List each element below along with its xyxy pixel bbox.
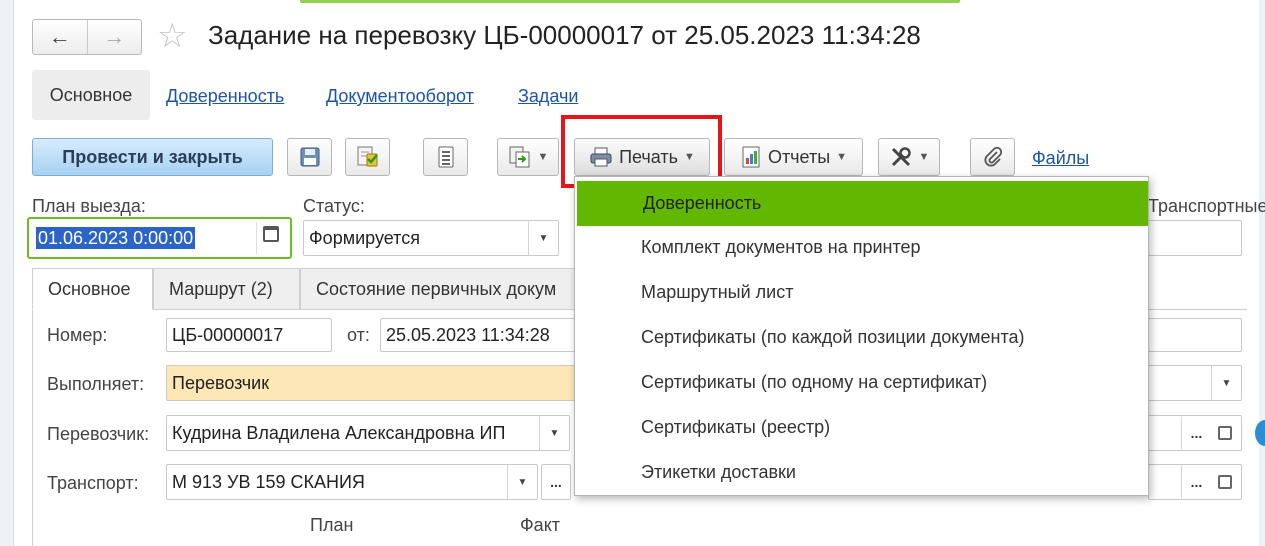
nav-tab-main[interactable]: Основное	[32, 70, 150, 120]
right-field-4[interactable]: ...	[1148, 464, 1242, 500]
status-value: Формируется	[309, 227, 420, 248]
files-link[interactable]: Файлы	[1032, 148, 1089, 169]
from-label: от:	[347, 325, 370, 345]
print-menu-item-power-of-attorney[interactable]: Доверенность	[577, 181, 1148, 226]
nav-link-document-flow[interactable]: Документооборот	[326, 86, 474, 107]
chevron-down-icon: ▼	[537, 151, 549, 163]
chevron-down-icon: ▼	[918, 151, 930, 163]
top-accent-bar	[300, 0, 960, 3]
post-button[interactable]	[345, 138, 390, 176]
form-tab-route[interactable]: Маршрут (2)	[153, 268, 300, 310]
reports-button[interactable]: Отчеты ▼	[724, 138, 863, 176]
ellipsis-button[interactable]: ...	[1181, 416, 1211, 450]
chevron-down-icon: ▼	[836, 151, 848, 163]
reports-button-label: Отчеты	[767, 146, 831, 167]
journal-list-button[interactable]	[423, 138, 468, 176]
transport-docs-field[interactable]	[1148, 220, 1242, 256]
right-panel-edge	[1259, 0, 1265, 546]
print-menu-item-certificates-per-certificate[interactable]: Сертификаты (по одному на сертификат)	[575, 360, 1148, 405]
print-menu-item-certificates-registry[interactable]: Сертификаты (реестр)	[575, 405, 1148, 450]
carrier-value: Кудрина Владилена Александровна ИП	[172, 422, 506, 443]
back-arrow-icon: ←	[48, 24, 71, 49]
print-menu-item-delivery-labels[interactable]: Этикетки доставки	[575, 450, 1148, 495]
chevron-down-icon[interactable]: ▼	[528, 221, 558, 255]
performer-select[interactable]: Перевозчик	[166, 365, 576, 401]
left-panel-edge	[0, 0, 14, 546]
carrier-label: Перевозчик:	[47, 424, 150, 444]
chevron-down-icon[interactable]: ▼	[507, 465, 537, 499]
print-menu-item-document-set[interactable]: Комплект документов на принтер	[575, 225, 1148, 270]
right-field-2[interactable]: ▼	[1148, 365, 1242, 401]
plan-column-header: План	[310, 515, 354, 535]
nav-link-tasks[interactable]: Задачи	[518, 86, 578, 107]
attach-button[interactable]	[970, 138, 1015, 176]
save-icon	[300, 147, 319, 167]
print-menu-item-route-sheet[interactable]: Маршрутный лист	[575, 270, 1148, 315]
plan-departure-value[interactable]: 01.06.2023 0:00:00	[36, 227, 196, 249]
ellipsis-button[interactable]: ...	[541, 464, 571, 500]
list-icon	[438, 146, 453, 168]
status-label: Статус:	[303, 196, 365, 216]
plan-departure-label: План выезда:	[32, 196, 146, 216]
open-icon[interactable]	[1218, 426, 1232, 440]
status-select[interactable]: Формируется ▼	[303, 220, 559, 256]
report-icon	[742, 146, 760, 168]
transport-label: Транспорт:	[47, 473, 139, 493]
post-and-close-button[interactable]: Провести и закрыть	[32, 138, 273, 176]
right-field-3[interactable]: ...	[1148, 415, 1242, 451]
forward-arrow-icon: →	[103, 24, 126, 49]
tools-icon	[891, 147, 911, 167]
calendar-separator	[256, 222, 257, 254]
transport-field[interactable]: М 913 УВ 159 СКАНИЯ ▼	[166, 464, 538, 500]
create-based-on-icon	[509, 146, 530, 168]
print-dropdown-menu: Доверенность Комплект документов на прин…	[574, 176, 1149, 496]
form-tab-main[interactable]: Основное	[32, 268, 153, 310]
save-button[interactable]	[287, 138, 332, 176]
right-field-1[interactable]	[1148, 318, 1242, 352]
form-tab-primary-docs-state[interactable]: Состояние первичных докум	[300, 268, 580, 310]
chevron-down-icon[interactable]: ▼	[539, 416, 569, 450]
history-nav: ← →	[32, 19, 142, 55]
performer-label: Выполняет:	[47, 374, 145, 394]
chevron-down-icon[interactable]: ▼	[1211, 366, 1241, 400]
transport-value: М 913 УВ 159 СКАНИЯ	[172, 471, 365, 492]
page-title: Задание на перевозку ЦБ-00000017 от 25.0…	[208, 20, 921, 50]
paperclip-icon	[983, 146, 1002, 167]
print-menu-item-certificates-per-position[interactable]: Сертификаты (по каждой позиции документа…	[575, 315, 1148, 360]
more-actions-button[interactable]: ▼	[878, 138, 940, 176]
forward-button[interactable]: →	[86, 20, 142, 54]
transport-docs-label: Транспортные	[1148, 196, 1265, 216]
document-date-field[interactable]: 25.05.2023 11:34:28	[380, 318, 580, 352]
post-icon	[357, 146, 378, 167]
fact-column-header: Факт	[520, 515, 561, 535]
tab-panel-border	[32, 309, 33, 546]
open-icon[interactable]	[1218, 475, 1232, 489]
calendar-icon[interactable]	[263, 226, 279, 242]
favorite-star-icon[interactable]: ☆	[157, 16, 187, 56]
back-button[interactable]: ←	[33, 20, 87, 54]
nav-link-power-of-attorney[interactable]: Доверенность	[166, 86, 284, 107]
help-circle-icon[interactable]	[1255, 420, 1265, 446]
create-based-on-button[interactable]: ▼	[497, 138, 559, 176]
number-label: Номер:	[47, 325, 108, 345]
ellipsis-button[interactable]: ...	[1181, 465, 1211, 499]
transport-select-group: ...	[541, 464, 571, 500]
number-field[interactable]: ЦБ-00000017	[166, 318, 332, 352]
carrier-field[interactable]: Кудрина Владилена Александровна ИП ▼	[166, 415, 570, 451]
